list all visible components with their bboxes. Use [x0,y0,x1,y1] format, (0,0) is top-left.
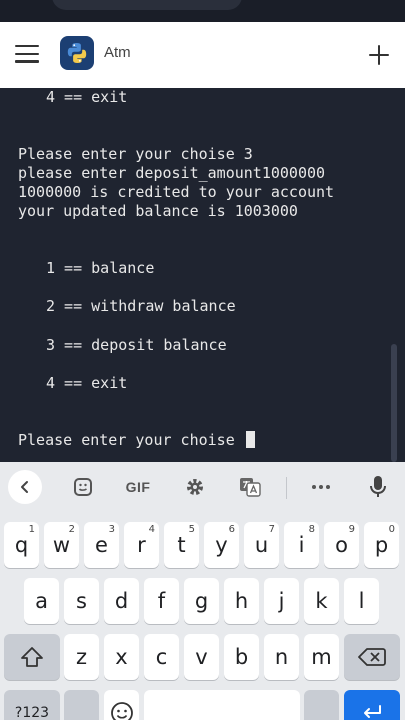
terminal-line: 4 == exit [46,88,128,106]
period-key[interactable] [304,690,339,720]
key-o[interactable]: o9 [324,522,359,568]
key-label: e [95,533,108,557]
key-h[interactable]: h [224,578,259,624]
key-d[interactable]: d [104,578,139,624]
key-b[interactable]: b [224,634,259,680]
key-r[interactable]: r4 [124,522,159,568]
keyboard-toolbar: GIF [0,462,405,512]
key-hint: 6 [228,524,235,535]
text-cursor [245,431,255,448]
key-f[interactable]: f [144,578,179,624]
python-logo-icon [60,36,94,70]
gear-icon[interactable] [182,472,208,502]
key-label: o [335,533,348,557]
status-bar [0,0,405,22]
shift-key[interactable] [4,634,60,680]
key-u[interactable]: u7 [244,522,279,568]
key-label: r [137,533,146,557]
key-y[interactable]: y6 [204,522,239,568]
on-screen-keyboard: GIF q1 w2 e3 r4 t5 y6 u7 i8 o9 p0 a s d … [0,462,405,720]
microphone-icon[interactable] [366,472,390,502]
key-j[interactable]: j [264,578,299,624]
terminal-prompt-line[interactable]: Please enter your choise [18,431,255,450]
key-e[interactable]: e3 [84,522,119,568]
terminal-line: Please enter your choise 3 [18,145,253,163]
key-p[interactable]: p0 [364,522,399,568]
key-a[interactable]: a [24,578,59,624]
key-v[interactable]: v [184,634,219,680]
key-hint: 8 [308,524,315,535]
symbols-key[interactable]: ?123 [4,690,60,720]
key-n[interactable]: n [264,634,299,680]
key-hint: 7 [268,524,275,535]
terminal-line: 4 == exit [46,374,128,392]
key-g[interactable]: g [184,578,219,624]
terminal-line: your updated balance is 1003000 [18,202,298,220]
key-hint: 3 [108,524,115,535]
key-hint: 0 [388,524,395,535]
terminal-output[interactable]: 4 == exit Please enter your choise 3 ple… [0,88,405,462]
key-z[interactable]: z [64,634,99,680]
space-key[interactable] [144,690,300,720]
emoji-icon [110,702,133,720]
more-horizontal-icon[interactable] [308,472,334,502]
enter-key[interactable] [344,690,400,720]
key-s[interactable]: s [64,578,99,624]
chevron-left-icon[interactable] [8,470,42,504]
terminal-line: 1 == balance [46,259,155,277]
key-label: y [215,533,228,557]
key-q[interactable]: q1 [4,522,39,568]
terminal-prompt-text: Please enter your choise [18,431,244,449]
terminal-scrollbar[interactable] [391,344,397,462]
key-label: t [177,533,186,557]
hamburger-menu-icon[interactable] [15,45,39,65]
key-label: i [298,533,305,557]
key-label: u [254,533,269,557]
key-x[interactable]: x [104,634,139,680]
key-hint: 9 [348,524,355,535]
terminal-line: 1000000 is credited to your account [18,183,335,201]
comma-key[interactable] [64,690,99,720]
app-title: Atm [104,44,131,61]
emoji-key[interactable] [104,690,139,720]
key-hint: 2 [68,524,75,535]
terminal-line: 3 == deposit balance [46,336,227,354]
shift-icon [21,647,43,667]
status-pill [52,0,242,10]
translate-icon[interactable] [237,472,263,502]
key-t[interactable]: t5 [164,522,199,568]
sticker-icon[interactable] [70,472,96,502]
gif-button[interactable]: GIF [120,472,156,502]
key-label: p [374,533,389,557]
key-hint: 5 [188,524,195,535]
toolbar-divider [286,477,287,499]
key-m[interactable]: m [304,634,339,680]
backspace-icon [358,648,386,666]
key-k[interactable]: k [304,578,339,624]
key-hint: 4 [148,524,155,535]
key-i[interactable]: i8 [284,522,319,568]
backspace-key[interactable] [344,634,400,680]
app-header: Atm [0,22,405,88]
terminal-line: 2 == withdraw balance [46,297,236,315]
key-c[interactable]: c [144,634,179,680]
enter-icon [364,705,381,718]
key-w[interactable]: w2 [44,522,79,568]
terminal-line: please enter deposit_amount1000000 [18,164,326,182]
plus-icon[interactable] [366,42,392,68]
key-hint: 1 [28,524,35,535]
key-l[interactable]: l [344,578,379,624]
key-label: w [52,533,71,557]
key-label: q [14,533,29,557]
